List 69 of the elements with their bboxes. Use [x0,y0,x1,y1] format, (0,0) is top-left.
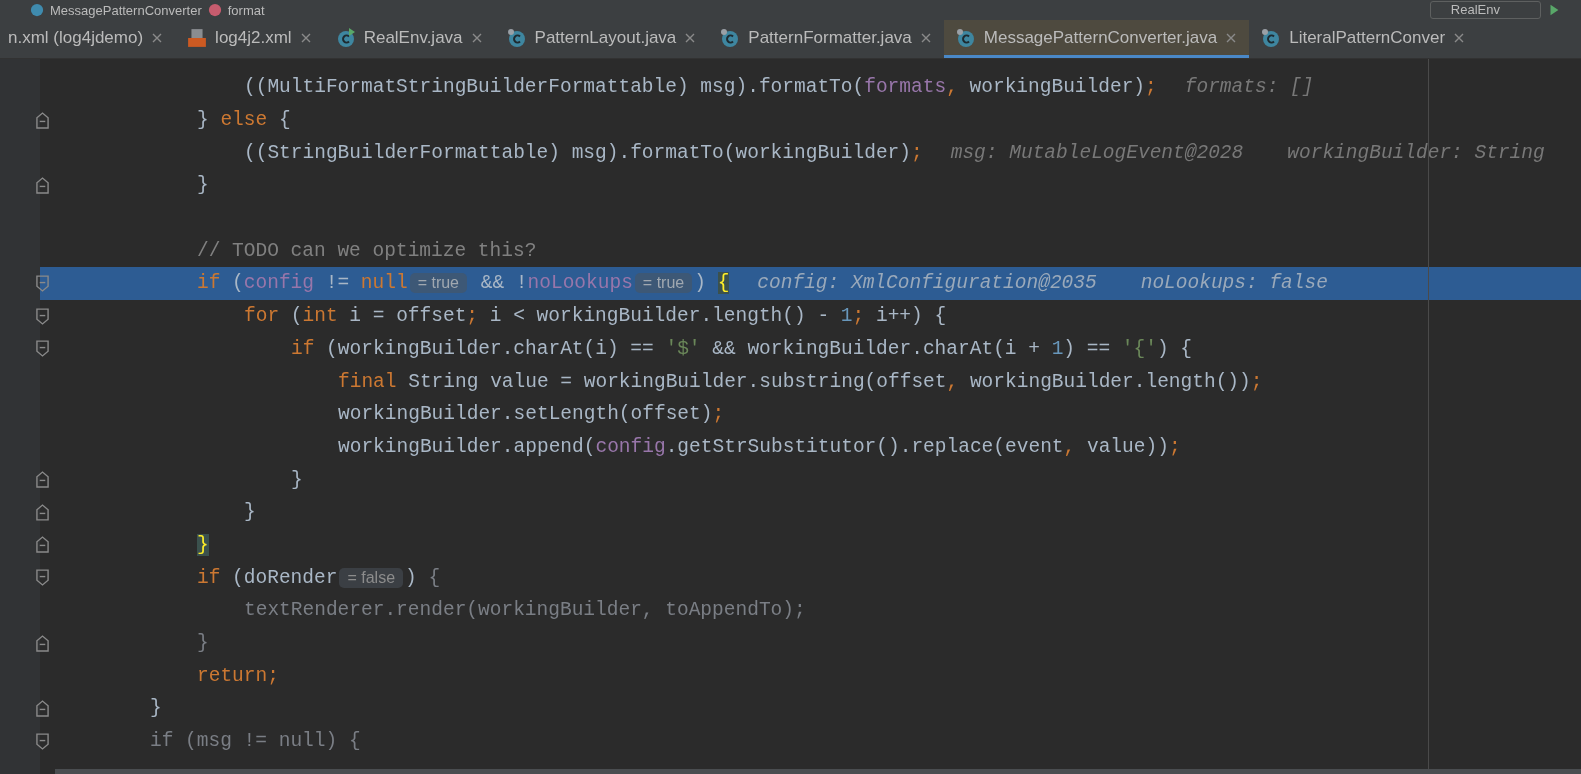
code-text: return; [197,664,279,687]
close-icon[interactable] [684,31,697,44]
file-tab[interactable]: LiteralPatternConver [1249,20,1478,58]
fold-marker-icon[interactable] [36,569,49,587]
code-text: for (int i = offset; i < workingBuilder.length() - 1; i++) { [244,305,947,328]
class-icon [1261,27,1282,48]
close-icon[interactable] [1225,31,1238,44]
class-icon [955,27,976,48]
code-text: if (workingBuilder.charAt(i) == '$' && workingBuilder.charAt(i + 1) == '{') { [291,337,1193,360]
fold-marker-icon[interactable] [36,699,49,717]
fold-marker-icon[interactable] [36,111,49,129]
code-text: workingBuilder.setLength(offset); [338,403,725,426]
file-tab[interactable]: n.xml (log4jdemo) [0,20,176,58]
fold-marker-icon[interactable] [36,634,49,652]
class-icon [720,27,741,48]
debug-value-hint: config: XmlConfiguration@2035 [757,272,1097,295]
inlay-value-hint: = true [409,273,467,294]
horizontal-scrollbar[interactable] [55,769,1581,774]
code-text: && !noLookups [479,272,633,295]
code-text: } [197,533,209,556]
code-text: if (config != null [197,272,408,295]
runnable-class-icon [335,27,356,48]
inlay-value-hint: = true [634,273,693,294]
breadcrumb-icon [30,3,44,17]
code-text: // TODO can we optimize this? [197,239,537,262]
xml-file-icon [187,27,208,48]
run-configuration-dropdown[interactable]: RealEnv [1429,1,1541,19]
file-tab[interactable]: RealEnv.java [323,20,495,58]
code-text: ) { [694,272,730,295]
file-tab[interactable]: PatternFormatter.java [708,20,944,58]
inlay-value-hint: = false [339,567,404,588]
code-text: if (doRender [197,566,338,589]
close-icon[interactable] [470,31,483,44]
debug-value-hint: formats: [] [1184,76,1314,99]
debug-value-hint: msg: MutableLogEvent@2028 [950,141,1244,164]
close-icon[interactable] [299,31,312,44]
code-text: } [150,697,162,720]
fold-marker-icon[interactable] [36,503,49,521]
code-text: final String value = workingBuilder.substring(offset, workingBuilder.length()); [338,370,1263,393]
fold-marker-icon[interactable] [36,732,49,750]
debug-value-hint: noLookups: false [1140,272,1328,295]
code-text: } [291,468,303,491]
file-tab[interactable]: PatternLayout.java [494,20,709,58]
fold-marker-icon[interactable] [36,340,49,358]
breadcrumb-item[interactable]: MessagePatternConverter [50,2,202,18]
fold-marker-icon[interactable] [36,176,49,194]
fold-marker-icon[interactable] [36,536,49,554]
file-tab[interactable]: MessagePatternConverter.java [943,20,1250,58]
code-text: ((MultiFormatStringBuilderFormattable) msg).formatTo(formats, workingBuilder); [244,76,1157,99]
class-icon [506,27,527,48]
code-text: } else { [197,109,291,132]
code-text: ) { [405,566,441,589]
close-icon[interactable] [919,31,932,44]
code-text: if (msg != null) { [150,730,361,753]
code-text: textRenderer.render(workingBuilder, toAppendTo); [244,599,806,622]
file-tab[interactable]: log4j2.xml [175,20,324,58]
code-text: } [197,174,209,197]
debug-value-hint: workingBuilder: String [1287,141,1545,164]
code-text: workingBuilder.append(config.getStrSubstitutor().replace(event, value)); [338,435,1181,458]
code-text: } [197,632,209,655]
fold-marker-icon[interactable] [36,307,49,325]
breadcrumb-item[interactable]: format [227,2,265,18]
fold-marker-icon[interactable] [36,274,49,292]
code-text: ((StringBuilderFormattable) msg).formatTo(workingBuilder); [244,141,923,164]
close-icon[interactable] [1453,31,1466,44]
close-icon[interactable] [151,31,164,44]
code-text: } [244,501,256,524]
breadcrumb-icon [207,3,222,17]
fold-marker-icon[interactable] [36,471,49,489]
